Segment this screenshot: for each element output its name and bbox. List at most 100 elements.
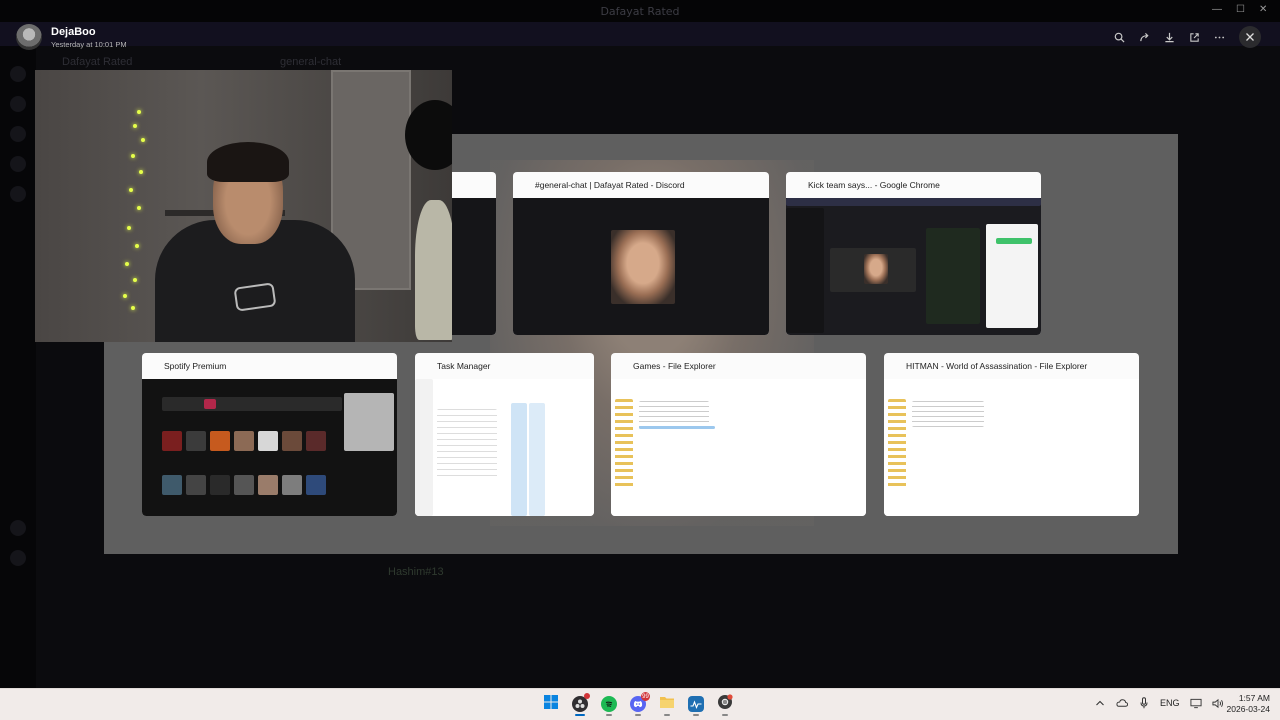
window-thumbnail: [142, 379, 397, 516]
close-icon[interactable]: [1239, 26, 1261, 48]
server-icon[interactable]: [10, 126, 26, 142]
running-indicator: [664, 714, 670, 716]
server-icon[interactable]: [10, 156, 26, 172]
onedrive-icon[interactable]: [1116, 697, 1128, 709]
running-indicator: [693, 714, 699, 716]
taskbar-file-explorer[interactable]: [656, 692, 678, 716]
window-thumbnail: [786, 198, 1041, 335]
window-card-task-manager[interactable]: Task Manager: [415, 353, 594, 516]
window-close-icon[interactable]: ✕: [1259, 4, 1267, 15]
notification-badge: 99: [641, 692, 650, 701]
thumbnail-video: [864, 254, 888, 284]
chevron-up-icon[interactable]: [1094, 697, 1106, 709]
author-name[interactable]: DejaBoo: [51, 26, 96, 38]
task-manager-icon: [688, 696, 704, 712]
message-timestamp: Yesterday at 10:01 PM: [51, 40, 127, 49]
server-icon[interactable]: [10, 550, 26, 566]
download-icon[interactable]: [1160, 28, 1178, 46]
microphone-icon[interactable]: [1138, 697, 1150, 709]
thumbnail-highlight: [996, 238, 1032, 244]
thumbnail-selected-row: [639, 426, 715, 429]
webcam-person-hair: [207, 142, 289, 182]
window-card-title: Spotify Premium: [164, 361, 227, 371]
viewer-toolbar: [1110, 28, 1228, 46]
album-art: [234, 475, 254, 495]
window-thumbnail: [884, 379, 1139, 516]
thumbnail-folders: [888, 399, 906, 489]
clock-date: 2026-03-24: [1226, 704, 1270, 714]
forward-icon[interactable]: [1135, 28, 1153, 46]
album-art: [258, 431, 278, 451]
system-tray: ENG: [1094, 697, 1224, 709]
volume-icon[interactable]: [1211, 697, 1224, 709]
thumbnail-rows: [437, 409, 497, 479]
album-art: [282, 431, 302, 451]
start-button[interactable]: [540, 692, 562, 716]
window-card-chrome[interactable]: Kick team says... - Google Chrome: [786, 172, 1041, 335]
taskbar-chrome[interactable]: [714, 692, 736, 716]
thumbnail-column: [511, 403, 527, 516]
folder-icon: [659, 695, 675, 714]
window-card-games-explorer[interactable]: Games - File Explorer: [611, 353, 866, 516]
taskbar-task-manager[interactable]: [685, 692, 707, 716]
album-art: [162, 431, 182, 451]
chrome-icon: [717, 693, 733, 715]
window-card-title: Task Manager: [437, 361, 491, 371]
clock-time: 1:57 AM: [1238, 693, 1270, 703]
windows-icon: [543, 694, 559, 715]
server-icon[interactable]: [10, 66, 26, 82]
spotify-icon: [601, 696, 617, 712]
recording-indicator: [584, 693, 590, 699]
taskbar-discord[interactable]: 99: [627, 692, 650, 716]
thumbnail-video: [611, 230, 675, 304]
now-playing-art: [344, 393, 394, 451]
taskbar-obs[interactable]: [569, 692, 591, 716]
channel-name: general-chat: [280, 56, 342, 68]
window-card-title: Kick team says... - Google Chrome: [808, 180, 940, 190]
webcam-statue: [415, 200, 452, 340]
window-thumbnail: [415, 379, 594, 516]
album-art: [306, 475, 326, 495]
window-controls: — ☐ ✕: [1212, 4, 1267, 15]
window-card-spotify[interactable]: Spotify Premium: [142, 353, 397, 516]
thumbnail-rows: [912, 401, 984, 427]
display-icon[interactable]: [1189, 697, 1202, 709]
running-indicator: [575, 714, 585, 716]
running-indicator: [635, 714, 641, 716]
window-card-discord[interactable]: #general-chat | Dafayat Rated - Discord: [513, 172, 769, 335]
server-icon[interactable]: [10, 186, 26, 202]
window-thumbnail: [513, 198, 769, 335]
server-name: Dafayat Rated: [62, 56, 133, 68]
maximize-icon[interactable]: ☐: [1236, 4, 1245, 15]
album-art: [210, 475, 230, 495]
background-window-title: Dafayat Rated: [600, 5, 680, 18]
server-icon[interactable]: [10, 96, 26, 112]
background-banner: [0, 22, 1280, 46]
thumbnail-tabs: [786, 198, 1041, 206]
window-card-hitman-explorer[interactable]: HITMAN - World of Assassination - File E…: [884, 353, 1139, 516]
taskbar-spotify[interactable]: [598, 692, 620, 716]
language-indicator[interactable]: ENG: [1160, 698, 1180, 708]
thumbnail-chat: [926, 228, 980, 324]
server-icon[interactable]: [10, 520, 26, 536]
running-indicator: [606, 714, 612, 716]
minimize-icon[interactable]: —: [1212, 4, 1222, 15]
album-art: [186, 431, 206, 451]
thumbnail-row: [162, 397, 342, 411]
album-art: [162, 475, 182, 495]
taskbar-apps: 99: [540, 692, 736, 716]
open-external-icon[interactable]: [1185, 28, 1203, 46]
window-card-title: Games - File Explorer: [633, 361, 716, 371]
window-card-title: #general-chat | Dafayat Rated - Discord: [535, 180, 685, 190]
thumbnail-sidebar: [415, 379, 433, 516]
webcam-image: [35, 70, 452, 342]
server-list: [0, 46, 36, 688]
author-avatar[interactable]: [16, 24, 42, 50]
taskbar-clock[interactable]: 1:57 AM 2026-03-24: [1224, 693, 1270, 715]
window-thumbnail: [611, 379, 866, 516]
album-art: [234, 431, 254, 451]
thumbnail-tile: [204, 399, 216, 409]
thumbnail-column: [529, 403, 545, 516]
more-icon[interactable]: [1210, 28, 1228, 46]
zoom-icon[interactable]: [1110, 28, 1128, 46]
